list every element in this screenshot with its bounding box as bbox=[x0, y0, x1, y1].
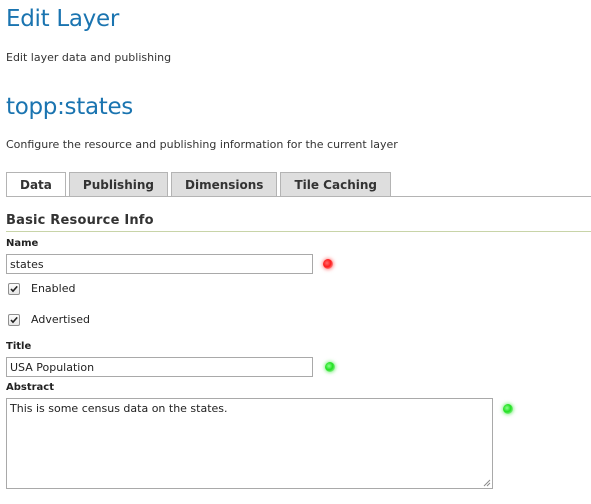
resize-grip-icon[interactable] bbox=[482, 478, 491, 487]
title-label: Title bbox=[6, 341, 32, 352]
advertised-checkbox-row[interactable]: Advertised bbox=[8, 313, 90, 326]
advertised-checkbox[interactable] bbox=[8, 313, 20, 326]
page-title: Edit Layer bbox=[6, 6, 119, 32]
valid-indicator-dot bbox=[503, 404, 513, 414]
layer-description: Configure the resource and publishing in… bbox=[6, 138, 398, 151]
enabled-checkbox[interactable] bbox=[8, 282, 20, 295]
title-input[interactable] bbox=[6, 357, 313, 377]
checkmark-icon bbox=[10, 285, 18, 292]
tab-publishing[interactable]: Publishing bbox=[68, 172, 168, 196]
advertised-label: Advertised bbox=[31, 313, 90, 326]
section-divider bbox=[6, 231, 591, 232]
edit-layer-page: Edit Layer Edit layer data and publishin… bbox=[0, 0, 591, 504]
tab-data[interactable]: Data bbox=[6, 172, 66, 197]
name-input[interactable] bbox=[6, 254, 313, 274]
layer-name-heading: topp:states bbox=[6, 94, 133, 120]
abstract-textarea[interactable]: This is some census data on the states. bbox=[6, 398, 493, 489]
enabled-checkbox-row[interactable]: Enabled bbox=[8, 282, 75, 295]
checkmark-icon bbox=[10, 316, 18, 323]
abstract-label: Abstract bbox=[6, 382, 55, 393]
required-indicator-dot bbox=[323, 259, 333, 269]
name-label: Name bbox=[6, 238, 39, 249]
tab-bar: Data Publishing Dimensions Tile Caching bbox=[6, 172, 394, 197]
tab-tile-caching[interactable]: Tile Caching bbox=[280, 172, 391, 196]
page-subtitle: Edit layer data and publishing bbox=[6, 51, 172, 64]
tab-dimensions[interactable]: Dimensions bbox=[171, 172, 278, 196]
section-title: Basic Resource Info bbox=[6, 213, 154, 228]
enabled-label: Enabled bbox=[31, 282, 76, 295]
tab-divider bbox=[6, 196, 591, 197]
valid-indicator-dot bbox=[325, 362, 335, 372]
